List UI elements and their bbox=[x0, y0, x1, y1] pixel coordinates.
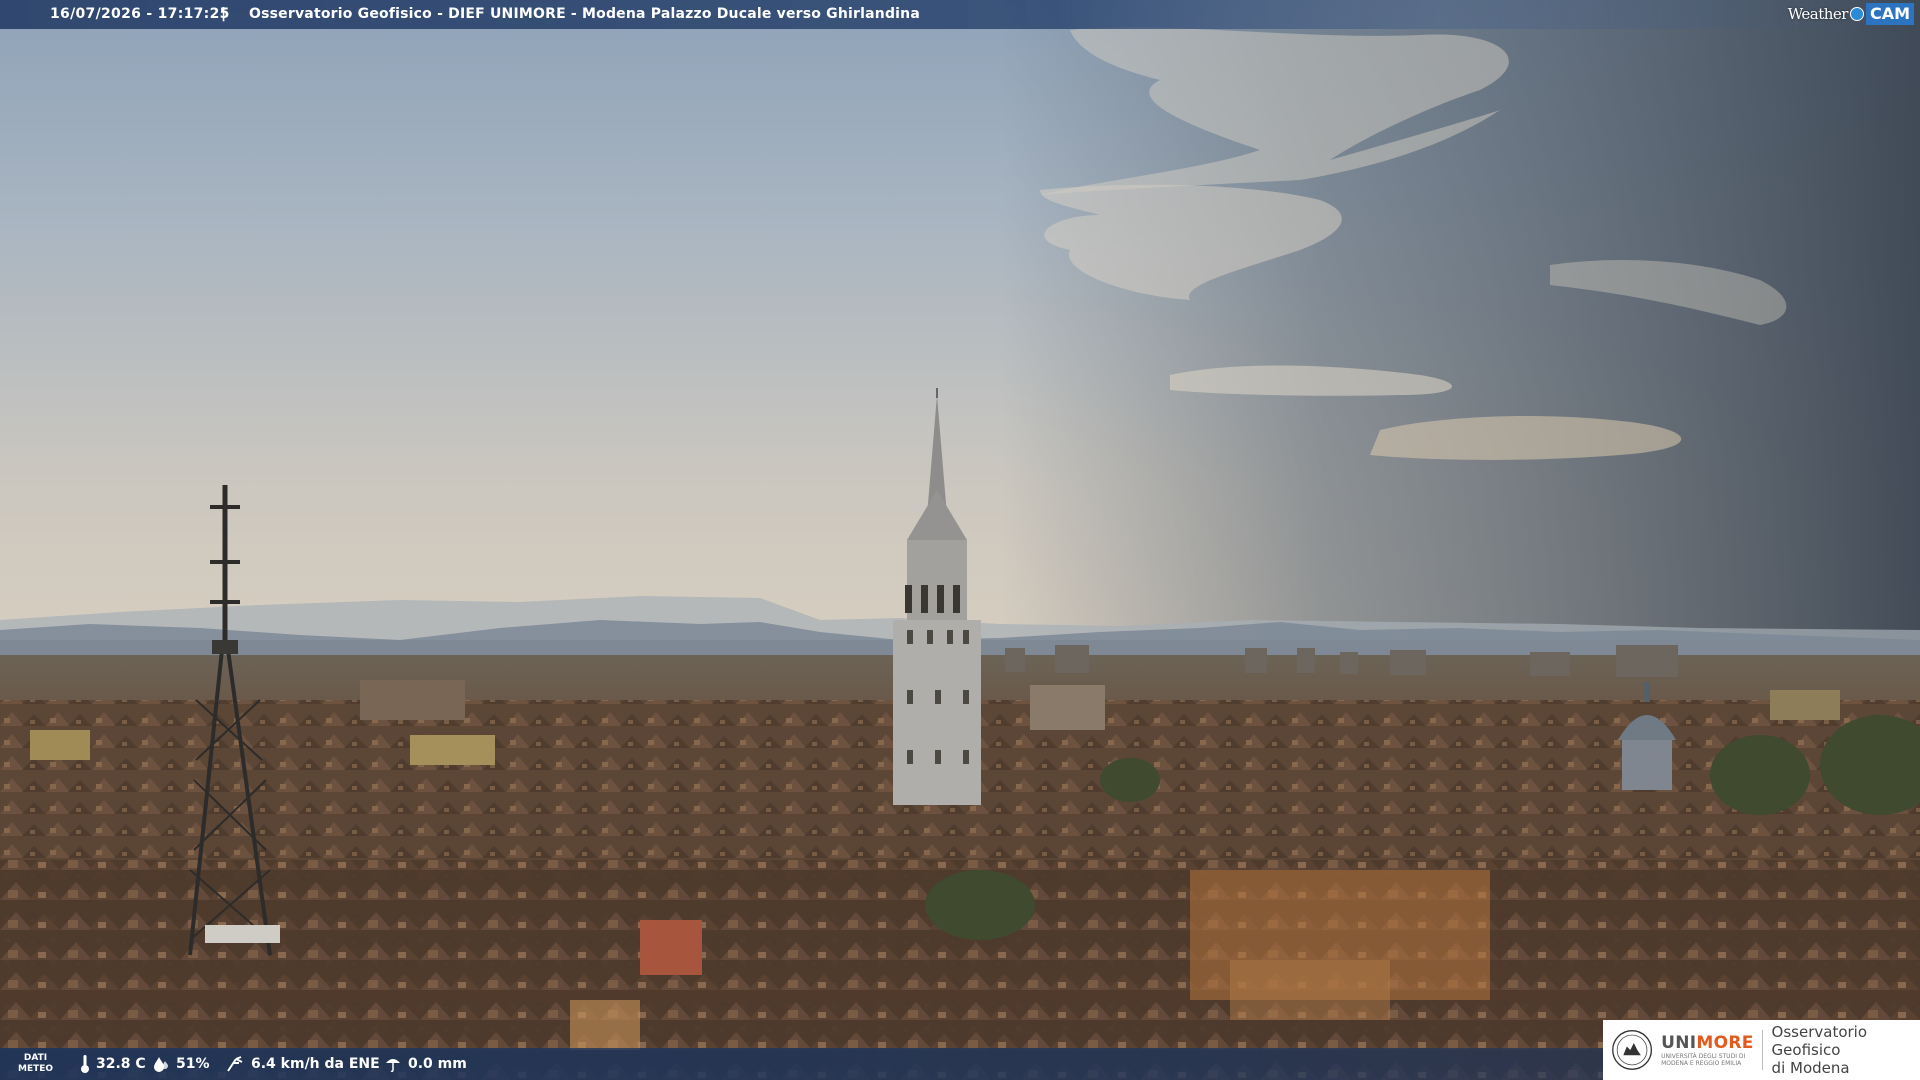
weathercam-logo: Weather CAM bbox=[1788, 0, 1920, 27]
observatory-line2: di Modena bbox=[1771, 1059, 1850, 1077]
top-caption-bar: 16/07/2026 - 17:17:25 | Osservatorio Geo… bbox=[0, 0, 1920, 29]
unimore-subtitle-line1: UNIVERSITÀ DEGLI STUDI DI bbox=[1661, 1053, 1746, 1060]
meteo-label-line2: METEO bbox=[18, 1064, 54, 1074]
rain-value: 0.0 mm bbox=[408, 1056, 467, 1072]
thermometer-icon bbox=[81, 1055, 89, 1073]
wind-reading: 6.4 km/h da ENE bbox=[225, 1048, 380, 1080]
humidity-drop-icon bbox=[154, 1057, 168, 1072]
humidity-value: 51% bbox=[176, 1056, 210, 1072]
caption-separator: | bbox=[221, 6, 227, 22]
weathercam-logo-weather: Weather bbox=[1787, 4, 1849, 23]
temperature-reading: 32.8 C bbox=[80, 1048, 146, 1080]
unimore-wordmark-suffix: MORE bbox=[1696, 1033, 1754, 1053]
weathercam-logo-dot-icon bbox=[1849, 6, 1864, 21]
temperature-value: 32.8 C bbox=[96, 1056, 146, 1072]
wind-value: 6.4 km/h da ENE bbox=[251, 1056, 380, 1072]
unimore-seal-icon bbox=[1612, 1030, 1653, 1070]
rain-icon bbox=[386, 1059, 400, 1073]
humidity-reading: 51% bbox=[152, 1048, 210, 1080]
observatory-name: Osservatorio Geofisico di Modena bbox=[1772, 1023, 1920, 1077]
camera-title: Osservatorio Geofisico - DIEF UNIMORE - … bbox=[249, 6, 920, 22]
weathercam-logo-cam: CAM bbox=[1865, 2, 1914, 25]
unimore-wordmark: UNIMORE bbox=[1661, 1033, 1754, 1053]
logo-divider bbox=[1761, 1030, 1763, 1070]
rain-reading: 0.0 mm bbox=[384, 1048, 467, 1080]
meteo-label-line1: DATI bbox=[23, 1053, 48, 1063]
timestamp: 16/07/2026 - 17:17:25 bbox=[50, 6, 230, 22]
webcam-scene bbox=[0, 0, 1920, 1080]
unimore-subtitle-line2: MODENA E REGGIO EMILIA bbox=[1661, 1060, 1742, 1067]
meteo-label: DATI METEO bbox=[18, 1053, 53, 1075]
unimore-wordmark-prefix: UNI bbox=[1661, 1033, 1697, 1053]
unimore-name: UNIMORE UNIVERSITÀ DEGLI STUDI DI MODENA… bbox=[1661, 1033, 1754, 1067]
unimore-logo-panel: UNIMORE UNIVERSITÀ DEGLI STUDI DI MODENA… bbox=[1603, 1020, 1920, 1080]
wind-icon bbox=[227, 1056, 243, 1072]
observatory-line1: Osservatorio Geofisico bbox=[1771, 1023, 1868, 1059]
